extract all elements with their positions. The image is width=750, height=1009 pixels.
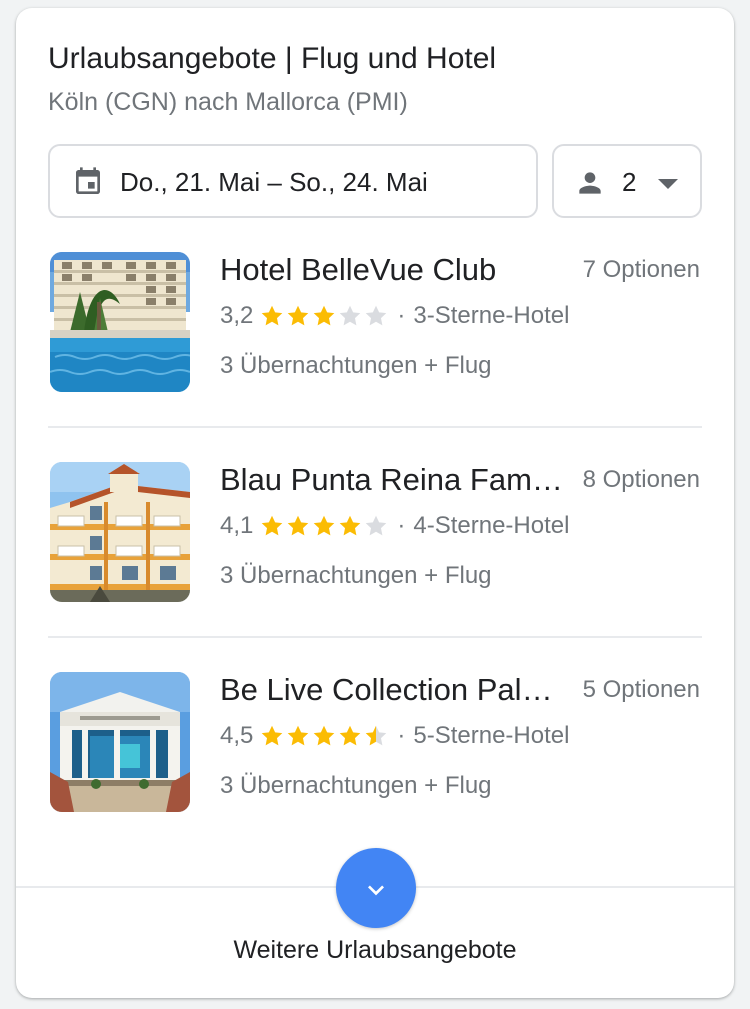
hotel-class: 3-Sterne-Hotel xyxy=(413,302,570,329)
guest-count-selector[interactable]: 2 xyxy=(552,144,702,218)
rating-row: 3,2 · 3-Sterne-Hotel xyxy=(220,302,569,330)
separator: · xyxy=(397,302,406,329)
hotel-class: 4-Sterne-Hotel xyxy=(413,512,570,539)
hotel-photo xyxy=(50,672,190,812)
star-icon xyxy=(288,515,309,536)
divider xyxy=(48,426,702,428)
options-count: 5 Optionen xyxy=(582,676,700,703)
hotel-name: Be Live Collection Palace de Muro xyxy=(220,672,568,707)
package-description: 3 Übernachtungen + Flug xyxy=(220,772,492,799)
calendar-icon xyxy=(76,167,100,194)
package-description: 3 Übernachtungen + Flug xyxy=(220,562,492,589)
package-description: 3 Übernachtungen + Flug xyxy=(220,352,492,379)
star-icon xyxy=(340,515,361,536)
star-icon xyxy=(314,725,335,746)
chevron-down-icon xyxy=(368,885,384,896)
date-range-selector[interactable]: Do., 21. Mai – So., 24. Mai xyxy=(48,144,538,218)
rating-row: 4,1 · 4-Sterne-Hotel xyxy=(220,512,569,540)
star-icon xyxy=(262,515,283,536)
hotel-item-be-live-collection[interactable]: Be Live Collection Palace de Muro 5 Opti… xyxy=(48,672,702,822)
separator: · xyxy=(397,512,406,539)
star-rating xyxy=(259,513,389,539)
star-icon xyxy=(340,305,361,326)
star-icon xyxy=(288,725,309,746)
star-icon xyxy=(366,725,387,746)
star-icon xyxy=(314,305,335,326)
arrow-drop-down-icon xyxy=(658,179,678,189)
rating-value: 3,2 xyxy=(220,302,254,329)
hotel-item-bellevue[interactable]: Hotel BelleVue Club 7 Optionen 3,2 · 3-S… xyxy=(48,252,702,402)
star-icon xyxy=(262,305,283,326)
hotel-item-blau-punta-reina[interactable]: Blau Punta Reina Family Resort 8 Optione… xyxy=(48,462,702,612)
star-icon xyxy=(288,305,309,326)
options-count: 8 Optionen xyxy=(582,466,700,493)
star-rating xyxy=(259,723,389,749)
star-icon xyxy=(340,725,361,746)
vacation-offers-card: Urlaubsangebote | Flug und Hotel Köln (C… xyxy=(16,8,734,998)
more-offers-link[interactable]: Weitere Urlaubsangebote xyxy=(16,936,734,965)
rating-value: 4,1 xyxy=(220,512,254,539)
hotel-name: Blau Punta Reina Family Resort xyxy=(220,462,568,497)
star-icon xyxy=(366,305,387,326)
card-title: Urlaubsangebote | Flug und Hotel xyxy=(48,42,497,75)
guest-count-value: 2 xyxy=(622,167,637,197)
hotel-name: Hotel BelleVue Club xyxy=(220,252,497,287)
separator: · xyxy=(397,722,406,749)
expand-more-button[interactable] xyxy=(336,848,416,928)
star-icon xyxy=(314,515,335,536)
hotel-class: 5-Sterne-Hotel xyxy=(413,722,570,749)
star-icon xyxy=(366,515,387,536)
star-rating xyxy=(259,303,389,329)
rating-value: 4,5 xyxy=(220,722,254,749)
divider xyxy=(48,636,702,638)
star-icon xyxy=(262,725,283,746)
hotel-photo xyxy=(50,462,190,602)
person-icon xyxy=(579,172,601,194)
hotel-photo xyxy=(50,252,190,392)
date-range-text: Do., 21. Mai – So., 24. Mai xyxy=(120,167,428,197)
route-subtitle: Köln (CGN) nach Mallorca (PMI) xyxy=(48,88,408,116)
rating-row: 4,5 · 5-Sterne-Hotel xyxy=(220,722,569,750)
options-count: 7 Optionen xyxy=(582,256,700,283)
